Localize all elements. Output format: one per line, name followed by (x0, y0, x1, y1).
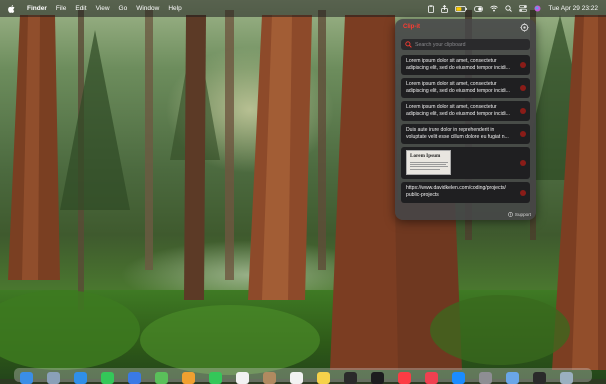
panel-title: Clip-it (403, 24, 420, 30)
finder-icon[interactable] (20, 372, 33, 384)
clipboard-item-text: Lorem ipsum dolor sit amet, consectetur … (406, 58, 510, 71)
clipboard-panel: Clip-it Lorem ipsum dolor sit amet, cons… (395, 19, 536, 220)
support-icon (508, 212, 513, 217)
mail-icon[interactable] (128, 372, 141, 384)
image-thumbnail: Lorem Ipsum (406, 150, 451, 175)
support-link[interactable]: Support (508, 212, 531, 217)
clipboard-item-4[interactable]: Duis aute irure dolor in reprehenderit i… (401, 124, 530, 144)
menu-view[interactable]: View (96, 5, 110, 12)
menu-help[interactable]: Help (168, 5, 181, 12)
siri-icon[interactable] (534, 5, 541, 12)
clipboard-item-text: Lorem ipsum dolor sit amet, consectetur … (406, 104, 510, 117)
clipboard-item-text: Duis aute irure dolor in reprehenderit i… (406, 127, 509, 140)
terminal-icon[interactable] (533, 372, 546, 384)
trash-icon[interactable] (560, 372, 573, 384)
calendar-icon[interactable] (236, 372, 249, 384)
spotlight-search-icon[interactable] (505, 5, 513, 12)
battery-icon[interactable] (455, 5, 468, 12)
clipboard-item-1[interactable]: Lorem ipsum dolor sit amet, consectetur … (401, 55, 530, 75)
control-toggle-icon[interactable] (474, 5, 484, 12)
clipboard-item-2[interactable]: Lorem ipsum dolor sit amet, consectetur … (401, 78, 530, 98)
facetime-icon[interactable] (209, 372, 222, 384)
photos-icon[interactable] (182, 372, 195, 384)
delete-item-button[interactable] (520, 131, 526, 137)
tv-icon[interactable] (371, 372, 384, 384)
wifi-icon[interactable] (490, 5, 499, 12)
control-center-icon[interactable] (519, 5, 528, 12)
menu-bar: Finder File Edit View Go Window Help Tue… (0, 0, 606, 17)
clipboard-item-url[interactable]: https://www.davidkelen.com/coding/projec… (401, 182, 530, 203)
search-icon (405, 41, 412, 48)
clipboard-search-input[interactable] (415, 41, 515, 48)
notes-icon[interactable] (317, 372, 330, 384)
freeform-icon[interactable] (344, 372, 357, 384)
menu-window[interactable]: Window (136, 5, 159, 12)
share-icon[interactable] (441, 4, 449, 13)
reminders-icon[interactable] (290, 372, 303, 384)
appstore-icon[interactable] (452, 372, 465, 384)
thumbnail-title: Lorem Ipsum (410, 153, 441, 159)
clipboard-item-image[interactable]: Lorem Ipsum (401, 147, 530, 179)
launchpad-icon[interactable] (47, 372, 60, 384)
menu-go[interactable]: Go (119, 5, 128, 12)
menu-file[interactable]: File (56, 5, 66, 12)
news-icon[interactable] (425, 372, 438, 384)
clipboard-search-bar[interactable] (401, 39, 530, 50)
clipboard-item-3[interactable]: Lorem ipsum dolor sit amet, consectetur … (401, 101, 530, 121)
messages-icon[interactable] (101, 372, 114, 384)
contacts-icon[interactable] (263, 372, 276, 384)
delete-item-button[interactable] (520, 85, 526, 91)
menu-app-name[interactable]: Finder (27, 5, 47, 12)
music-icon[interactable] (398, 372, 411, 384)
delete-item-button[interactable] (520, 62, 526, 68)
settings-gear-icon[interactable] (520, 23, 529, 32)
settings-icon[interactable] (479, 372, 492, 384)
preview-icon[interactable] (506, 372, 519, 384)
menu-clock[interactable]: Tue Apr 29 23:22 (548, 5, 598, 12)
delete-item-button[interactable] (520, 189, 526, 196)
delete-item-button[interactable] (520, 108, 526, 114)
clipboard-item-text: Lorem ipsum dolor sit amet, consectetur … (406, 81, 510, 94)
clipboard-status-icon[interactable] (428, 4, 435, 13)
menu-edit[interactable]: Edit (75, 5, 86, 12)
apple-menu-icon[interactable] (8, 4, 20, 13)
support-label: Support (514, 212, 531, 217)
delete-item-button[interactable] (520, 160, 526, 166)
safari-icon[interactable] (74, 372, 87, 384)
maps-icon[interactable] (155, 372, 168, 384)
clipboard-item-text: https://www.davidkelen.com/coding/projec… (406, 185, 506, 198)
